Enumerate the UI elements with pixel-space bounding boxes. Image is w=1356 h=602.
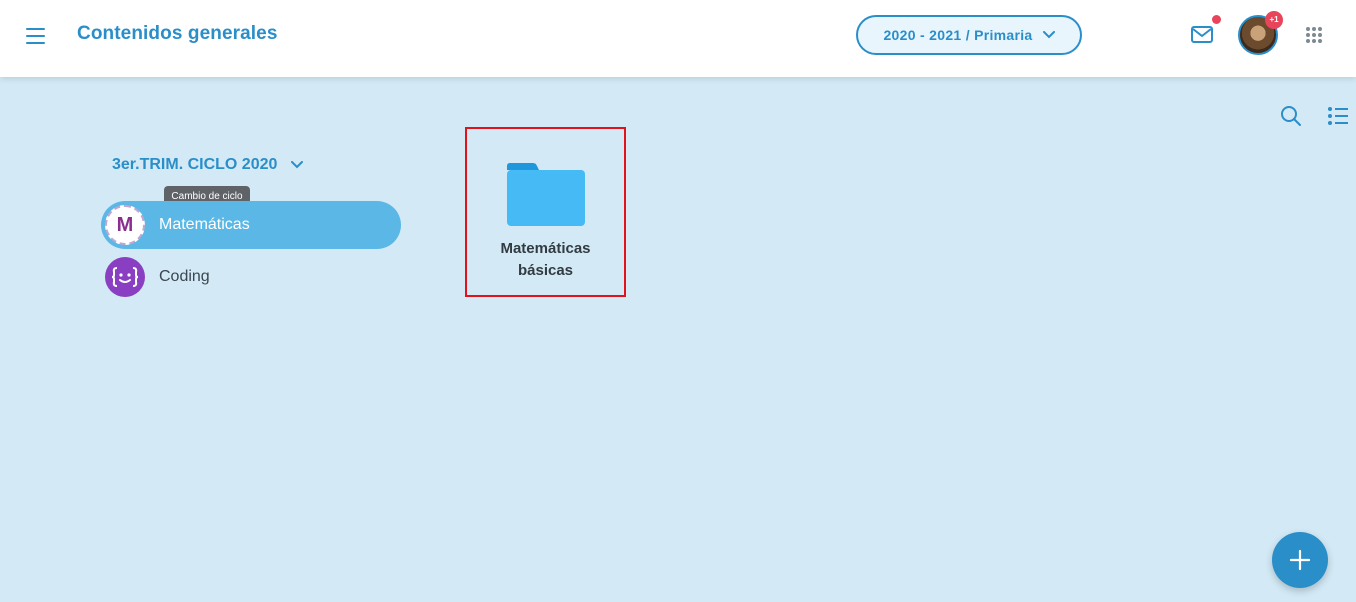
- year-select-label: 2020 - 2021 / Primaria: [883, 27, 1033, 43]
- search-icon[interactable]: [1280, 105, 1302, 127]
- subject-item-coding[interactable]: Coding: [101, 253, 401, 301]
- add-button[interactable]: [1272, 532, 1328, 588]
- plus-icon: [1289, 549, 1311, 571]
- list-view-icon[interactable]: [1327, 105, 1349, 127]
- page-title: Contenidos generales: [77, 23, 278, 44]
- subject-item-matematicas[interactable]: M Matemáticas: [101, 201, 401, 249]
- cycle-select-label: 3er.TRIM. CICLO 2020: [112, 156, 278, 173]
- folder-name: Matemáticas básicas: [500, 240, 591, 279]
- chevron-down-icon: [291, 161, 304, 169]
- top-bar: Contenidos generales 2020 - 2021 / Prima…: [0, 0, 1356, 77]
- chevron-down-icon: [1042, 31, 1055, 39]
- cycle-select[interactable]: 3er.TRIM. CICLO 2020: [112, 156, 304, 174]
- matematicas-icon-letter: M: [116, 213, 134, 236]
- matematicas-icon: M: [105, 205, 145, 245]
- notification-dot: [1212, 15, 1221, 24]
- menu-icon[interactable]: [24, 26, 48, 46]
- folder-icon: [506, 163, 585, 226]
- code-face-icon: [105, 257, 145, 297]
- avatar-badge: +1: [1265, 11, 1283, 29]
- mail-icon[interactable]: [1190, 24, 1216, 46]
- subject-label: Coding: [159, 268, 210, 285]
- apps-grid-icon[interactable]: [1306, 27, 1322, 43]
- subject-label: Matemáticas: [159, 216, 250, 233]
- folder-matematicas-basicas[interactable]: Matemáticas básicas: [465, 127, 626, 297]
- year-select[interactable]: 2020 - 2021 / Primaria: [856, 15, 1082, 55]
